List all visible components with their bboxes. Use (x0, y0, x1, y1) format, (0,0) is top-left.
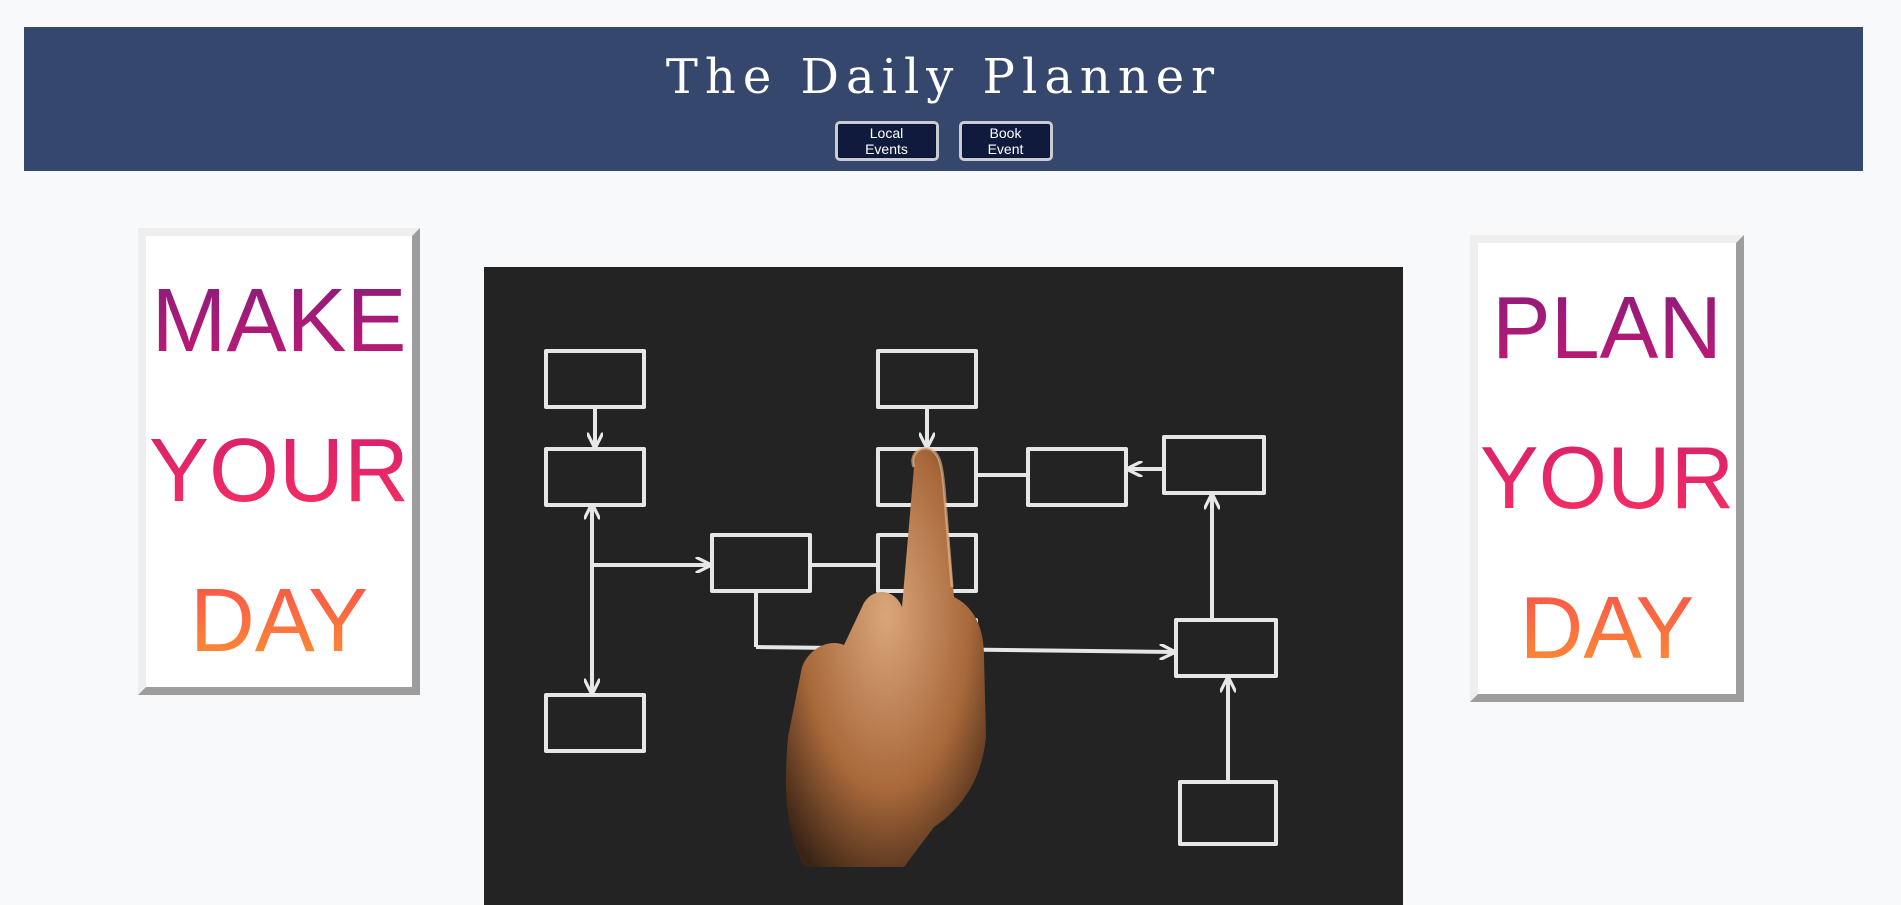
flowchart-hand-icon (544, 349, 1278, 867)
poster-line: DAY (1478, 553, 1736, 694)
poster-line: YOUR (1478, 403, 1736, 553)
make-your-day-poster: MAKE YOUR DAY (138, 228, 420, 695)
site-header: The Daily Planner Local Events Book Even… (24, 27, 1863, 171)
poster-line: DAY (146, 546, 412, 687)
plan-your-day-poster: PLAN YOUR DAY (1470, 235, 1744, 702)
poster-line: PLAN (1478, 253, 1736, 403)
local-events-button[interactable]: Local Events (834, 121, 939, 161)
site-title: The Daily Planner (665, 49, 1222, 105)
book-event-button[interactable]: Book Event (958, 121, 1053, 161)
poster-line: MAKE (146, 246, 412, 396)
poster-line: YOUR (146, 396, 412, 546)
flowchart-hero-image (484, 267, 1403, 905)
main-nav: Local Events Book Event (24, 121, 1863, 161)
page: The Daily Planner Local Events Book Even… (0, 0, 1901, 905)
